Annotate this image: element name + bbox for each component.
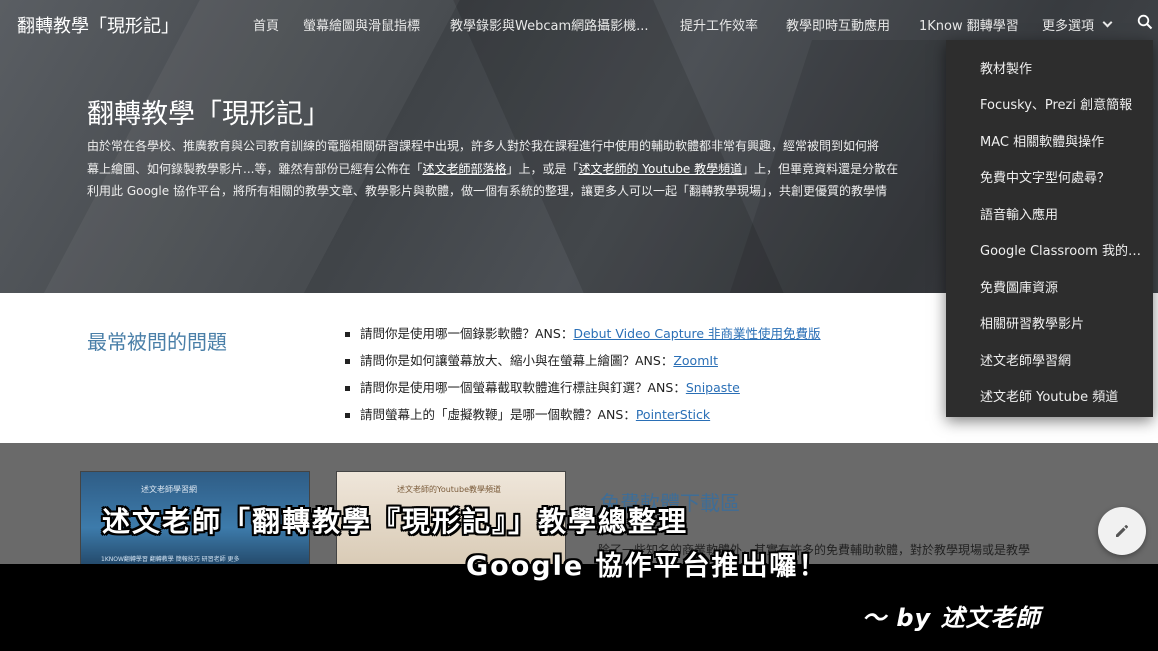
- hero-title: 翻轉教學「現形記」: [87, 99, 330, 130]
- list-item: 請問你是使用哪一個錄影軟體？ANS：Debut Video Capture 非商…: [345, 323, 821, 342]
- youtube-channel-link[interactable]: 述文老師的 Youtube 教學頻道: [578, 162, 742, 176]
- site-title[interactable]: 翻轉教學「現形記」: [17, 12, 179, 38]
- nav-item-productivity[interactable]: 提升工作效率: [680, 15, 758, 34]
- menu-item[interactable]: 語音輸入應用: [980, 204, 1146, 223]
- caption-subtitle: Google 協作平台推出囉！: [466, 551, 828, 582]
- chevron-down-icon: [1102, 17, 1113, 28]
- list-item: 請問你是如何讓螢幕放大、縮小與在螢幕上繪圖？ANS：ZoomIt: [345, 350, 718, 369]
- faq-heading: 最常被問的問題: [87, 330, 227, 354]
- menu-item[interactable]: MAC 相關軟體與操作: [980, 131, 1146, 150]
- list-item: 請問螢幕上的「虛擬教鞭」是哪一個軟體？ANS：PointerStick: [345, 404, 710, 423]
- faq-answer-link[interactable]: Debut Video Capture 非商業性使用免費版: [573, 326, 820, 341]
- hero-text-line: 利用此 Google 協作平台，將所有相關的教學文章、教學影片與軟體，做一個有系…: [87, 184, 887, 198]
- faq-answer-link[interactable]: ZoomIt: [673, 353, 718, 368]
- nav-item-screen-drawing[interactable]: 螢幕繪圖與滑鼠指標: [303, 15, 420, 34]
- menu-item[interactable]: 述文老師學習網: [980, 350, 1146, 369]
- edit-button[interactable]: [1098, 507, 1146, 555]
- menu-item[interactable]: 教材製作: [980, 58, 1146, 77]
- list-item: 請問你是使用哪一個螢幕截取軟體進行標註與釘選？ANS：Snipaste: [345, 377, 740, 396]
- nav-more-label: 更多選項: [1042, 19, 1095, 34]
- menu-item[interactable]: 相關研習教學影片: [980, 313, 1146, 332]
- caption-title: 述文老師「翻轉教學『現形記』」教學總整理: [102, 505, 689, 538]
- nav-item-recording-webcam[interactable]: 教學錄影與Webcam網路攝影機...: [450, 15, 649, 34]
- faq-answer-link[interactable]: PointerStick: [636, 407, 710, 422]
- hero-text-line: 幕上繪圖、如何錄製教學影片...等，雖然有部份已經有公佈在「述文老師部落格」上，…: [87, 162, 899, 176]
- menu-item[interactable]: 免費中文字型何處尋？: [980, 167, 1146, 186]
- nav-item-1know[interactable]: 1Know 翻轉學習: [919, 15, 1019, 34]
- nav-item-home[interactable]: 首頁: [253, 15, 279, 34]
- caption-author: ～ by 述文老師: [862, 604, 1041, 632]
- menu-item[interactable]: Focusky、Prezi 創意簡報: [980, 94, 1146, 113]
- menu-item[interactable]: Google Classroom 我的雲端教室: [980, 240, 1146, 259]
- more-options-dropdown: 教材製作 Focusky、Prezi 創意簡報 MAC 相關軟體與操作 免費中文…: [946, 40, 1153, 417]
- blog-link[interactable]: 述文老師部落格: [422, 162, 506, 176]
- nav-item-interactive[interactable]: 教學即時互動應用: [786, 15, 890, 34]
- hero-text-line: 由於常在各學校、推廣教育與公司教育訓練的電腦相關研習課程中出現，許多人對於我在課…: [87, 139, 880, 153]
- search-icon[interactable]: [1137, 14, 1153, 30]
- menu-item[interactable]: 述文老師 Youtube 頻道: [980, 386, 1146, 405]
- nav-more-options[interactable]: 更多選項: [1042, 15, 1113, 34]
- menu-item[interactable]: 免費圖庫資源: [980, 277, 1146, 296]
- pencil-icon: [1116, 524, 1129, 537]
- page: 翻轉教學「現形記」 首頁 螢幕繪圖與滑鼠指標 教學錄影與Webcam網路攝影機.…: [0, 0, 1158, 651]
- faq-answer-link[interactable]: Snipaste: [686, 380, 740, 395]
